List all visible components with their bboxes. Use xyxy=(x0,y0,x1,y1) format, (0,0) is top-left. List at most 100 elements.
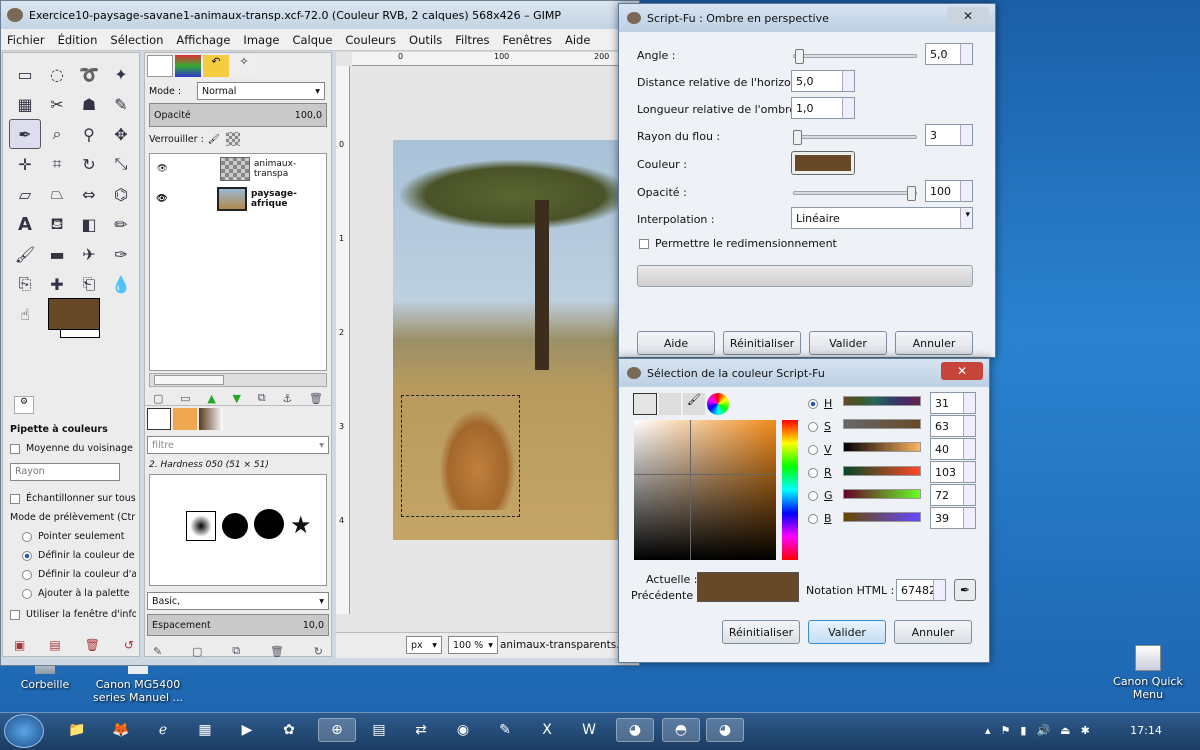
mode-radio[interactable] xyxy=(22,550,32,561)
resize-checkbox[interactable] xyxy=(639,238,649,249)
paintbrush-tool-icon[interactable]: 🖌 xyxy=(9,239,41,269)
color-picker-tool-icon[interactable]: ✒ xyxy=(9,119,41,149)
blur-slider-thumb[interactable] xyxy=(793,130,802,145)
sample-merged-checkbox[interactable] xyxy=(10,493,20,504)
fuzzy-select-tool-icon[interactable]: ✦ xyxy=(105,59,137,89)
align-tool-icon[interactable]: ✛ xyxy=(9,149,41,179)
eye-icon[interactable]: 👁 xyxy=(150,164,174,174)
layer-mode-select[interactable]: Normal ▾ xyxy=(197,82,325,100)
flag-icon[interactable]: ⚑ xyxy=(1001,724,1011,737)
menu-image[interactable]: Image xyxy=(243,33,279,47)
mode-radio[interactable] xyxy=(22,569,32,580)
show-hidden-icons-icon[interactable]: ▴ xyxy=(985,724,991,737)
eye-icon[interactable]: 👁 xyxy=(150,194,174,204)
paths-tab-icon[interactable]: ✧ xyxy=(231,55,257,77)
blur-tool-icon[interactable]: 💧 xyxy=(105,269,137,299)
r-channel-spin[interactable]: 103 xyxy=(930,461,976,483)
close-button[interactable]: ✕ xyxy=(947,7,989,25)
blur-slider[interactable] xyxy=(793,135,917,139)
active-app-icon[interactable]: ⊕ xyxy=(318,718,356,742)
b-channel-slider[interactable] xyxy=(843,512,921,522)
gimp-taskbar-icon[interactable]: ◓ xyxy=(662,718,700,742)
vertical-ruler[interactable]: 0 1 2 3 4 xyxy=(336,66,350,614)
layers-tab-icon[interactable] xyxy=(147,55,173,77)
menu-filters[interactable]: Filtres xyxy=(455,33,489,47)
delete-layer-icon[interactable]: 🗑 xyxy=(309,392,323,405)
wheel-selector-tab-icon[interactable] xyxy=(707,393,729,415)
paint-icon[interactable]: ✎ xyxy=(492,718,518,742)
menu-colors[interactable]: Couleurs xyxy=(345,33,396,47)
menu-view[interactable]: Affichage xyxy=(176,33,230,47)
gimp-taskbar-icon[interactable]: ◕ xyxy=(706,718,744,742)
reset-button[interactable]: Réinitialiser xyxy=(722,620,800,644)
raise-layer-icon[interactable]: ▲ xyxy=(207,392,215,405)
heal-tool-icon[interactable]: ✚ xyxy=(41,269,73,299)
refresh-brushes-icon[interactable]: ↻ xyxy=(314,645,323,658)
saturation-value-square[interactable] xyxy=(634,420,776,560)
brush-sample[interactable] xyxy=(222,513,248,539)
undo-tab-icon[interactable]: ↶ xyxy=(203,55,229,77)
restore-options-icon[interactable]: ▤ xyxy=(49,638,60,652)
bucket-fill-tool-icon[interactable]: ⛾ xyxy=(41,209,73,239)
angle-slider[interactable] xyxy=(793,54,917,58)
app-icon[interactable]: ✿ xyxy=(276,718,302,742)
firefox-icon[interactable]: 🦊 xyxy=(108,718,134,742)
length-spin[interactable]: 1,0 xyxy=(791,97,855,119)
perspective-tool-icon[interactable]: ⏢ xyxy=(41,179,73,209)
s-channel-spin[interactable]: 63 xyxy=(930,415,976,437)
clone-tool-icon[interactable]: ⎘ xyxy=(9,269,41,299)
edit-brush-icon[interactable]: ✎ xyxy=(153,645,162,658)
start-button[interactable] xyxy=(4,714,44,748)
save-options-icon[interactable]: ▣ xyxy=(14,638,25,652)
perspective-clone-tool-icon[interactable]: ⎗ xyxy=(73,269,105,299)
h-channel-spin[interactable]: 31 xyxy=(930,392,976,414)
explorer-icon[interactable]: 📁 xyxy=(64,718,90,742)
channel-radio[interactable] xyxy=(808,421,818,432)
opacity-slider-thumb[interactable] xyxy=(907,186,916,201)
b-channel-spin[interactable]: 39 xyxy=(930,507,976,529)
average-checkbox[interactable] xyxy=(10,443,20,454)
cancel-button[interactable]: Annuler xyxy=(895,331,973,355)
html-notation-field[interactable]: 674827 xyxy=(896,579,946,601)
text-tool-icon[interactable]: A xyxy=(9,209,41,239)
foreground-select-tool-icon[interactable]: ☗ xyxy=(73,89,105,119)
reset-options-icon[interactable]: ↺ xyxy=(124,638,134,652)
layer-row[interactable]: 👁 animaux-transpa xyxy=(150,154,326,184)
crop-tool-icon[interactable]: ⌗ xyxy=(41,149,73,179)
channels-tab-icon[interactable] xyxy=(175,55,201,77)
gimp-taskbar-icon[interactable]: ◕ xyxy=(616,718,654,742)
tool-options-tab-icon[interactable]: ⚙ xyxy=(14,396,34,414)
gimp-titlebar[interactable]: Exercice10-paysage-savane1-animaux-trans… xyxy=(1,1,639,29)
angle-spin[interactable]: 5,0 xyxy=(925,43,973,65)
clock[interactable]: 17:14 xyxy=(1126,724,1166,737)
duplicate-brush-icon[interactable]: ⧉ xyxy=(232,644,240,658)
r-channel-slider[interactable] xyxy=(843,466,921,476)
rect-select-tool-icon[interactable]: ▭ xyxy=(9,59,41,89)
interpolation-select[interactable]: Linéaire ▾ xyxy=(791,207,973,229)
channel-radio[interactable] xyxy=(808,467,818,478)
chrome-icon[interactable]: ◉ xyxy=(450,718,476,742)
pencil-tool-icon[interactable]: ✏ xyxy=(105,209,137,239)
dialog-titlebar[interactable]: Sélection de la couleur Script-Fu ✕ xyxy=(619,359,989,387)
channel-radio[interactable] xyxy=(808,490,818,501)
h-channel-slider[interactable] xyxy=(843,396,921,406)
free-select-tool-icon[interactable]: ➰ xyxy=(73,59,105,89)
delete-brush-icon[interactable]: 🗑 xyxy=(270,645,284,658)
cancel-button[interactable]: Annuler xyxy=(894,620,972,644)
brush-filter-field[interactable]: filtre ▾ xyxy=(147,436,329,454)
flip-tool-icon[interactable]: ⇔ xyxy=(73,179,105,209)
lower-layer-icon[interactable]: ▼ xyxy=(233,392,241,405)
dialog-titlebar[interactable]: Script-Fu : Ombre en perspective ✕ xyxy=(619,4,995,32)
volume-icon[interactable]: 🔊 xyxy=(1036,724,1050,737)
use-info-checkbox[interactable] xyxy=(10,609,20,620)
unit-select[interactable]: px ▾ xyxy=(406,636,442,654)
channel-radio[interactable] xyxy=(808,398,818,409)
opacity-spin[interactable]: 100 xyxy=(925,180,973,202)
word-icon[interactable]: W xyxy=(576,718,602,742)
menu-edit[interactable]: Édition xyxy=(58,33,98,47)
duplicate-layer-icon[interactable]: ⧉ xyxy=(258,391,266,405)
eraser-tool-icon[interactable]: ▬ xyxy=(41,239,73,269)
gimp-selector-tab-icon[interactable] xyxy=(633,393,657,415)
ok-button[interactable]: Valider xyxy=(808,620,886,644)
angle-slider-thumb[interactable] xyxy=(795,49,804,64)
